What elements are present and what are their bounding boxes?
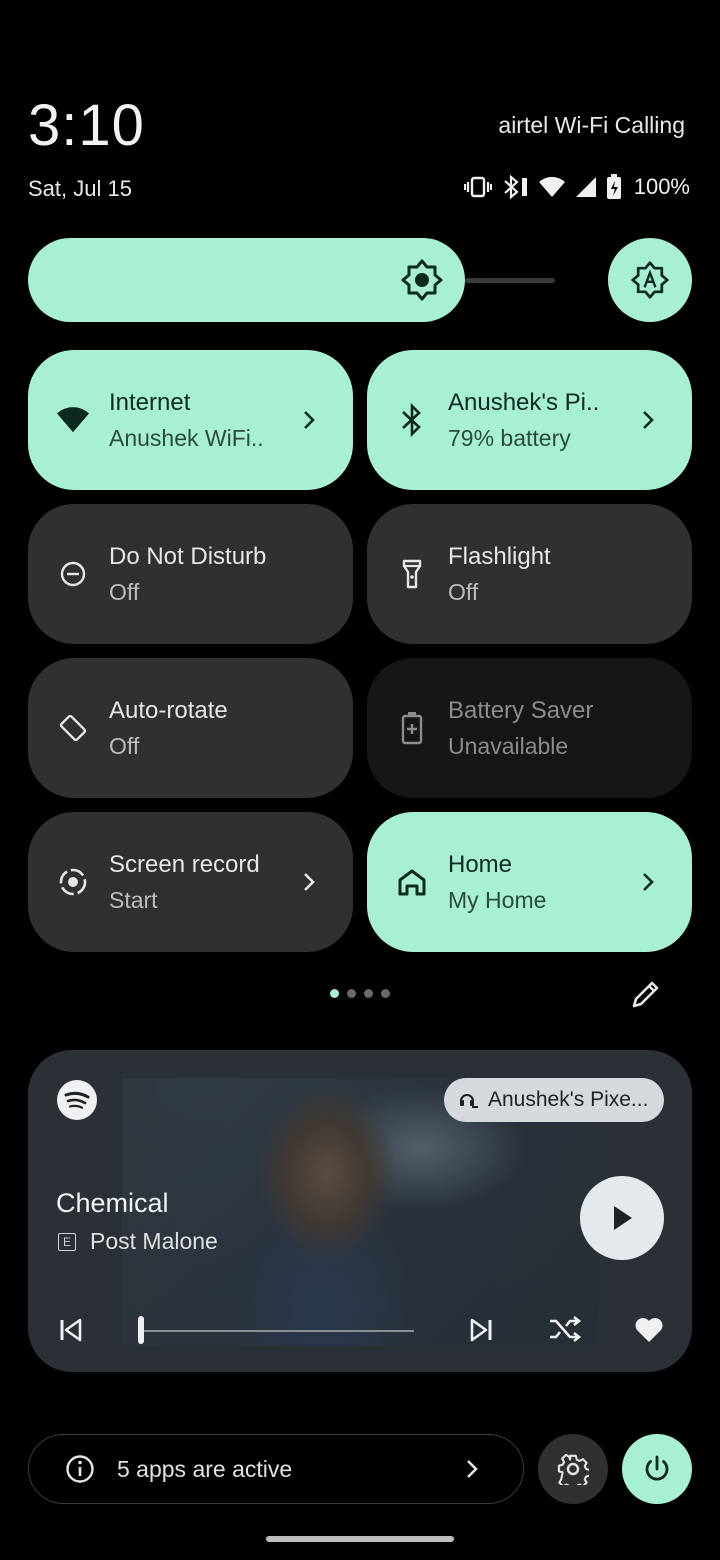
bluetooth-battery-icon xyxy=(503,174,527,200)
flashlight-icon xyxy=(395,557,429,591)
tile-subtitle: Start xyxy=(109,886,158,913)
tile-subtitle: My Home xyxy=(448,886,547,913)
carrier-label: airtel Wi-Fi Calling xyxy=(498,112,685,138)
screen-record-icon xyxy=(56,865,90,899)
output-device-label: Anushek's Pixe... xyxy=(488,1088,649,1111)
tile-battery-saver[interactable]: Battery Saver Unavailable xyxy=(367,658,692,798)
bluetooth-icon xyxy=(395,403,429,437)
wifi-icon xyxy=(538,176,565,197)
wifi-icon xyxy=(56,403,90,437)
do-not-disturb-icon xyxy=(56,557,90,591)
tile-internet[interactable]: Internet Anushek WiFi.. xyxy=(28,350,353,490)
tile-title: Battery Saver xyxy=(448,696,594,724)
auto-brightness-icon xyxy=(631,261,669,299)
tile-screen-record[interactable]: Screen record Start xyxy=(28,812,353,952)
next-icon[interactable] xyxy=(468,1316,494,1344)
battery-saver-icon xyxy=(395,711,429,745)
tile-title: Do Not Disturb xyxy=(109,542,267,570)
battery-percent: 100% xyxy=(633,174,690,199)
tile-subtitle: Anushek WiFi.. xyxy=(109,424,264,451)
headphones-icon xyxy=(460,1094,478,1108)
tile-title: Anushek's Pi.. xyxy=(448,388,600,416)
media-player[interactable]: Anushek's Pixe... Chemical E Post Malone xyxy=(28,1050,692,1372)
tile-home[interactable]: Home My Home xyxy=(367,812,692,952)
page-dot xyxy=(347,989,356,998)
status-icons: 100% xyxy=(463,174,690,200)
signal-icon xyxy=(575,177,596,197)
play-button[interactable] xyxy=(580,1176,664,1260)
tile-subtitle: Off xyxy=(109,732,140,759)
power-button[interactable] xyxy=(622,1434,692,1504)
info-icon xyxy=(66,1455,94,1483)
seek-track xyxy=(138,1330,414,1332)
chevron-right-icon xyxy=(628,871,668,893)
tile-bluetooth[interactable]: Anushek's Pi.. 79% battery xyxy=(367,350,692,490)
date[interactable]: Sat, Jul 15 xyxy=(28,176,132,202)
tile-title: Internet xyxy=(109,388,191,416)
previous-icon[interactable] xyxy=(58,1316,84,1344)
auto-brightness-button[interactable] xyxy=(608,238,692,322)
tile-subtitle: Off xyxy=(109,578,140,605)
tile-title: Flashlight xyxy=(448,542,551,570)
battery-charging-icon xyxy=(606,174,621,199)
tile-subtitle: 79% battery xyxy=(448,424,571,451)
chevron-right-icon xyxy=(628,409,668,431)
page-dot xyxy=(364,989,373,998)
chevron-right-icon xyxy=(289,409,329,431)
clock[interactable]: 3:10 xyxy=(28,92,145,159)
brightness-track xyxy=(465,278,555,283)
home-icon xyxy=(395,865,429,899)
tile-subtitle: Off xyxy=(448,578,479,605)
output-device-chip[interactable]: Anushek's Pixe... xyxy=(444,1078,664,1122)
artist-name: Post Malone xyxy=(90,1228,218,1254)
tile-title: Auto-rotate xyxy=(109,696,228,724)
seek-bar[interactable] xyxy=(138,1316,414,1344)
auto-rotate-icon xyxy=(56,711,90,745)
vibrate-icon xyxy=(463,176,492,198)
tile-auto-rotate[interactable]: Auto-rotate Off xyxy=(28,658,353,798)
chevron-right-icon xyxy=(467,1460,478,1478)
home-gesture-bar[interactable] xyxy=(266,1536,454,1542)
page-dot xyxy=(381,989,390,998)
artist-row: E Post Malone xyxy=(58,1228,218,1255)
song-title: Chemical xyxy=(56,1188,169,1218)
tile-subtitle: Unavailable xyxy=(448,732,569,759)
tile-do-not-disturb[interactable]: Do Not Disturb Off xyxy=(28,504,353,644)
page-indicator xyxy=(330,989,390,998)
heart-icon[interactable] xyxy=(633,1314,665,1344)
settings-button[interactable] xyxy=(538,1434,608,1504)
page-dot xyxy=(330,989,339,998)
brightness-icon xyxy=(401,259,443,301)
tile-flashlight[interactable]: Flashlight Off xyxy=(367,504,692,644)
brightness-slider[interactable] xyxy=(28,238,555,322)
gear-icon xyxy=(557,1453,589,1485)
explicit-icon: E xyxy=(58,1232,76,1251)
shuffle-icon[interactable] xyxy=(548,1314,582,1344)
active-apps-button[interactable]: 5 apps are active xyxy=(28,1434,524,1504)
chevron-right-icon xyxy=(289,871,329,893)
seek-thumb[interactable] xyxy=(138,1316,144,1344)
edit-icon[interactable] xyxy=(628,976,664,1012)
power-icon xyxy=(645,1455,669,1481)
tile-title: Home xyxy=(448,850,513,878)
spotify-icon xyxy=(57,1080,97,1120)
play-icon xyxy=(614,1206,632,1230)
tile-title: Screen record xyxy=(109,850,260,878)
active-apps-label: 5 apps are active xyxy=(117,1455,293,1482)
